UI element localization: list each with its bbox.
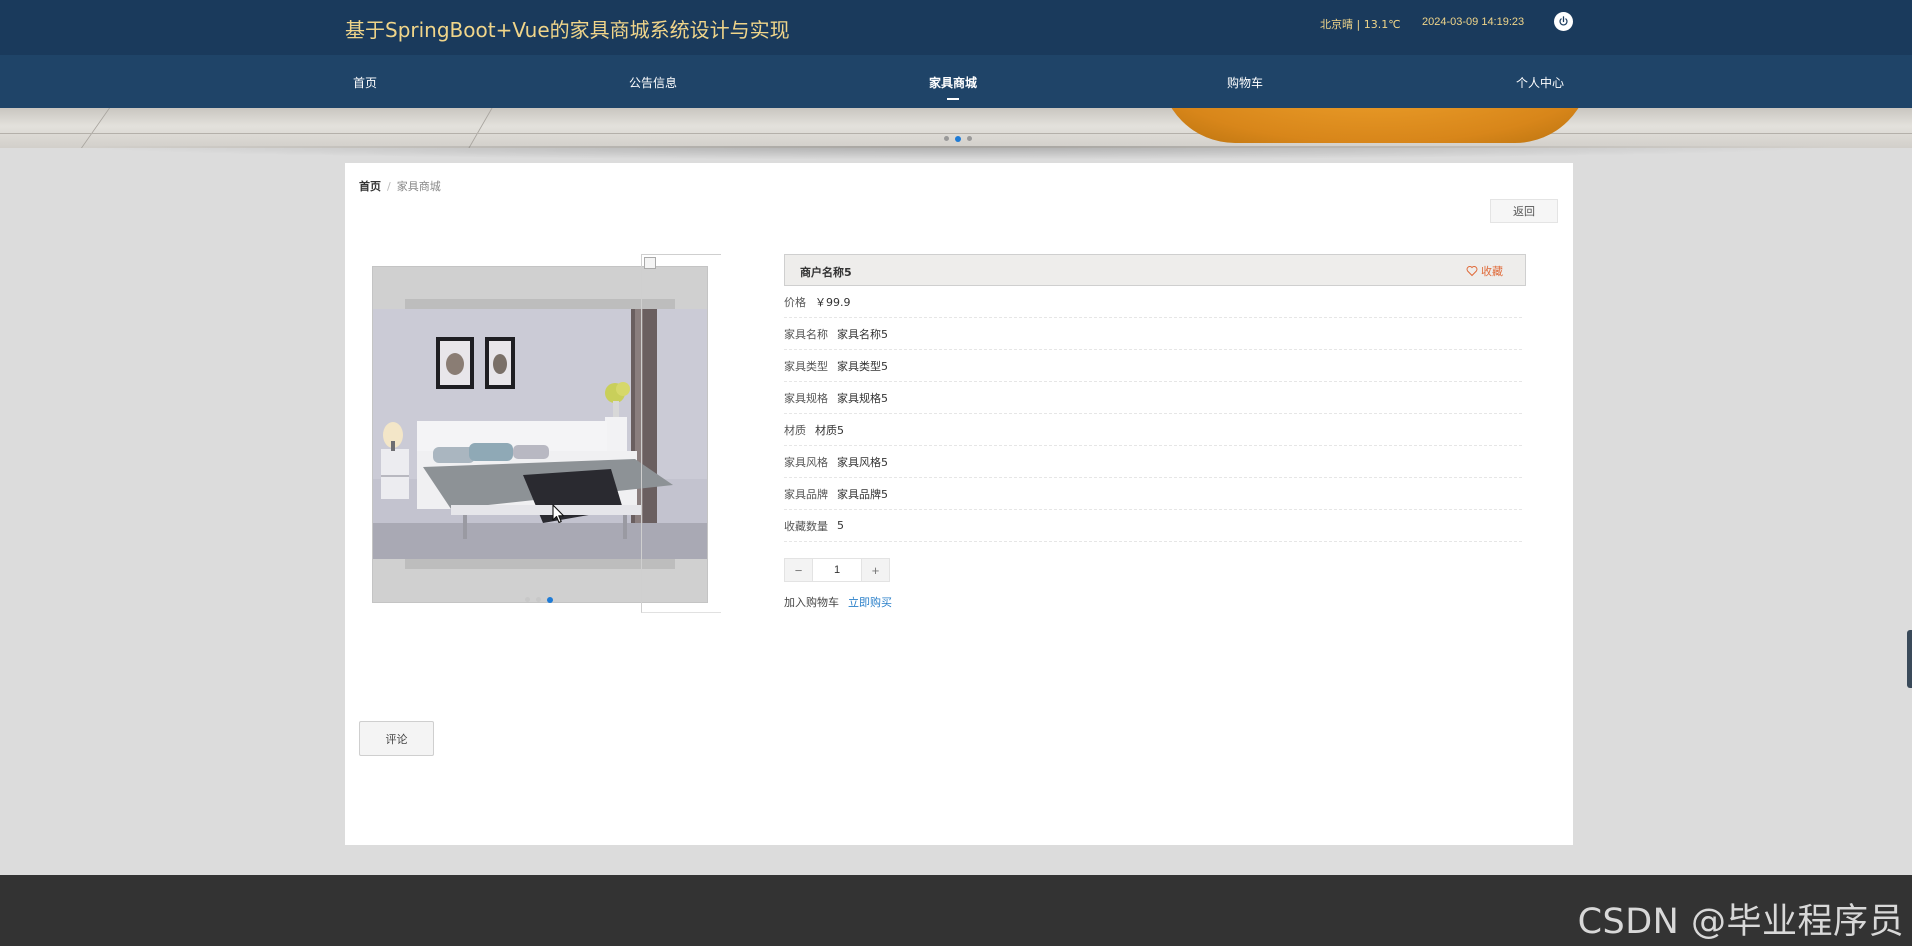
attr-row-name: 家具名称 家具名称5 (784, 318, 1522, 350)
attr-value: 家具名称5 (837, 327, 888, 341)
banner-dot[interactable] (944, 136, 949, 141)
product-info: 商户名称5 收藏 价格 ￥99.9 家具名称 家具名称5 家具类型 家具类型5 家具规… (784, 254, 1526, 609)
site-title: 基于SpringBoot+Vue的家具商城系统设计与实现 (345, 18, 790, 42)
attr-row-style: 家具风格 家具风格5 (784, 446, 1522, 478)
banner-dot-active[interactable] (955, 135, 961, 142)
datetime: 2024-03-09 14:19:23 (1422, 16, 1525, 28)
attr-key: 家具名称 (784, 327, 828, 341)
attr-row-brand: 家具品牌 家具品牌5 (784, 478, 1522, 510)
purchase-actions: 加入购物车 立即购买 (784, 594, 892, 610)
attr-value: 5 (837, 519, 844, 532)
attr-key: 收藏数量 (784, 519, 828, 533)
buy-now-button[interactable]: 立即购买 (848, 594, 892, 610)
attr-key: 家具风格 (784, 455, 828, 469)
attr-row-spec: 家具规格 家具规格5 (784, 382, 1522, 414)
nav-personal-center[interactable]: 个人中心 (1516, 74, 1564, 91)
gallery-dot[interactable] (525, 597, 530, 602)
mouse-cursor-icon (552, 504, 565, 524)
product-detail-card: 首页 / 家具商城 返回 商户名称5 收藏 价格 ￥99.9 家具名称 家具名称… (345, 163, 1573, 845)
attr-key: 家具品牌 (784, 487, 828, 501)
nav-announcements[interactable]: 公告信息 (629, 74, 677, 91)
product-attributes: 价格 ￥99.9 家具名称 家具名称5 家具类型 家具类型5 家具规格 家具规格5 材质… (784, 286, 1526, 542)
comment-button[interactable]: 评论 (359, 721, 434, 756)
attr-value: 材质5 (815, 423, 844, 437)
attr-value: 家具规格5 (837, 391, 888, 405)
attr-value: 家具风格5 (837, 455, 888, 469)
gallery-indicators (525, 597, 553, 603)
banner-shadow (60, 146, 1850, 160)
breadcrumb-home[interactable]: 首页 (359, 180, 381, 193)
back-button[interactable]: 返回 (1490, 199, 1558, 223)
main-nav: 首页 公告信息 家具商城 购物车 个人中心 (0, 55, 1912, 108)
attr-row-price: 价格 ￥99.9 (784, 286, 1522, 318)
breadcrumb-separator: / (387, 180, 391, 193)
merchant-name: 商户名称5 (800, 266, 852, 279)
attr-key: 家具类型 (784, 359, 828, 373)
page-footer: CSDN @毕业程序员 (0, 875, 1912, 946)
quantity-input[interactable]: 1 (812, 559, 862, 581)
watermark: CSDN @毕业程序员 (1577, 902, 1904, 942)
favorite-button[interactable]: 收藏 (1466, 263, 1503, 279)
favorite-label: 收藏 (1481, 265, 1503, 278)
attr-row-favorites: 收藏数量 5 (784, 510, 1522, 542)
quantity-stepper: − 1 + (784, 558, 890, 582)
gallery-dot[interactable] (536, 597, 541, 602)
power-icon[interactable] (1554, 12, 1573, 31)
broken-image-placeholder (641, 254, 721, 613)
quantity-decrease-button[interactable]: − (785, 559, 812, 581)
merchant-header: 商户名称5 收藏 (784, 254, 1526, 286)
banner-carousel (0, 108, 1912, 148)
quantity-increase-button[interactable]: + (862, 559, 889, 581)
weather-info: 北京晴 | 13.1℃ (1320, 18, 1401, 31)
add-to-cart-button[interactable]: 加入购物车 (784, 594, 839, 610)
breadcrumb: 首页 / 家具商城 (359, 178, 441, 194)
broken-image-icon (644, 257, 656, 269)
top-header: 基于SpringBoot+Vue的家具商城系统设计与实现 北京晴 | 13.1℃… (0, 0, 1912, 55)
attr-row-material: 材质 材质5 (784, 414, 1522, 446)
nav-home[interactable]: 首页 (353, 74, 377, 91)
banner-sofa-image (1160, 108, 1590, 143)
attr-row-type: 家具类型 家具类型5 (784, 350, 1522, 382)
banner-indicators (944, 135, 972, 142)
nav-furniture-mall[interactable]: 家具商城 (929, 74, 977, 100)
side-scroll-handle[interactable] (1907, 630, 1912, 688)
heart-outline-icon (1466, 266, 1478, 277)
attr-value: 家具品牌5 (837, 487, 888, 501)
attr-value: 家具类型5 (837, 359, 888, 373)
attr-key: 家具规格 (784, 391, 828, 405)
breadcrumb-current: 家具商城 (396, 180, 441, 193)
banner-dot[interactable] (967, 136, 972, 141)
attr-key: 材质 (784, 423, 806, 437)
nav-cart[interactable]: 购物车 (1227, 74, 1263, 91)
attr-key: 价格 (784, 295, 806, 309)
attr-value: ￥99.9 (815, 295, 851, 309)
gallery-dot-active[interactable] (547, 597, 553, 603)
